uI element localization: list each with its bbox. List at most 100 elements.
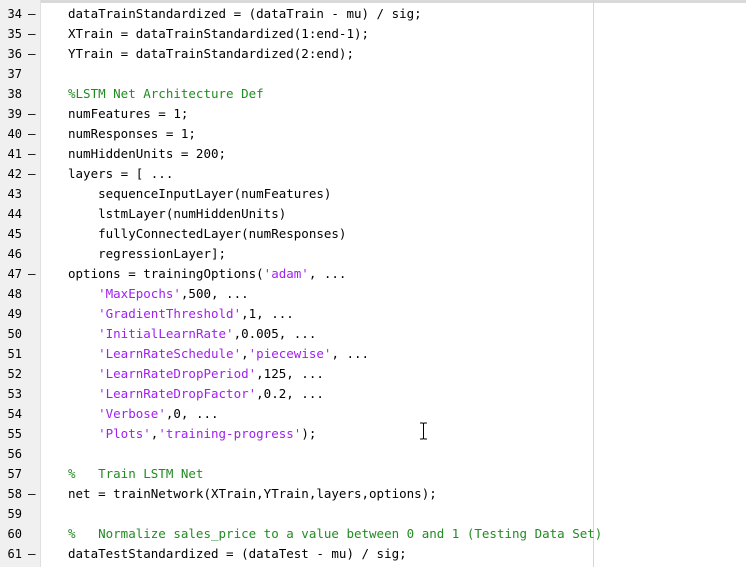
breakpoint-marker[interactable]: – [28,124,36,144]
breakpoint-marker[interactable]: – [28,44,36,64]
line-number: 40 [7,127,22,141]
code-line[interactable]: 53 'LearnRateDropFactor',0.2, ... [0,384,746,404]
code-text[interactable]: 'InitialLearnRate',0.005, ... [68,324,316,344]
code-text[interactable]: numFeatures = 1; [68,104,188,124]
code-token: ,0.2, ... [256,386,324,401]
line-number: 53 [7,387,22,401]
code-line[interactable]: 48 'MaxEpochs',500, ... [0,284,746,304]
code-text[interactable]: numResponses = 1; [68,124,196,144]
code-token: ,125, ... [256,366,324,381]
line-number: 46 [7,247,22,261]
breakpoint-marker[interactable]: – [28,164,36,184]
code-line[interactable]: 43 sequenceInputLayer(numFeatures) [0,184,746,204]
code-line[interactable]: 44 lstmLayer(numHiddenUnits) [0,204,746,224]
code-line[interactable]: 37 [0,64,746,84]
breakpoint-marker[interactable]: – [28,544,36,564]
code-editor[interactable]: 34– dataTrainStandardized = (dataTrain - … [0,0,746,567]
code-line[interactable]: 40– numResponses = 1; [0,124,746,144]
code-token: sequenceInputLayer(numFeatures) [68,186,332,201]
code-line[interactable]: 52 'LearnRateDropPeriod',125, ... [0,364,746,384]
code-text[interactable]: 'LearnRateDropPeriod',125, ... [68,364,324,384]
code-text[interactable]: fullyConnectedLayer(numResponses) [68,224,346,244]
code-text[interactable]: 'Verbose',0, ... [68,404,218,424]
line-number: 59 [7,507,22,521]
code-token: , [241,346,249,361]
line-number: 54 [7,407,22,421]
line-number: 47 [7,267,22,281]
code-line[interactable]: 35– XTrain = dataTrainStandardized(1:end-… [0,24,746,44]
breakpoint-marker[interactable]: – [28,484,36,504]
code-line[interactable]: 38 %LSTM Net Architecture Def [0,84,746,104]
string-literal: 'Plots' [98,426,151,441]
code-lines[interactable]: 34– dataTrainStandardized = (dataTrain - … [0,4,746,564]
code-token: numHiddenUnits = 200; [68,146,227,161]
line-number: 42 [7,167,22,181]
code-text[interactable]: numHiddenUnits = 200; [68,144,226,164]
code-line[interactable]: 39– numFeatures = 1; [0,104,746,124]
code-token: ,1, ... [241,306,294,321]
code-line[interactable]: 61– dataTestStandardized = (dataTest - mu… [0,544,746,564]
code-line[interactable]: 57 % Train LSTM Net [0,464,746,484]
code-line[interactable]: 50 'InitialLearnRate',0.005, ... [0,324,746,344]
code-token: options = trainingOptions( [68,266,264,281]
code-token: layers = [ ... [68,166,174,181]
breakpoint-marker[interactable]: – [28,144,36,164]
breakpoint-marker[interactable]: – [28,24,36,44]
code-text[interactable]: layers = [ ... [68,164,173,184]
code-token: ); [301,426,317,441]
code-token: YTrain = dataTrainStandardized(2:end); [68,46,354,61]
code-text[interactable]: 'Plots','training-progress'); [68,424,316,444]
code-token: lstmLayer(numHiddenUnits) [68,206,287,221]
code-line[interactable]: 36– YTrain = dataTrainStandardized(2:end)… [0,44,746,64]
code-line[interactable]: 58– net = trainNetwork(XTrain,YTrain,laye… [0,484,746,504]
code-line[interactable]: 45 fullyConnectedLayer(numResponses) [0,224,746,244]
code-text[interactable]: % Normalize sales_price to a value betwe… [68,524,602,544]
code-text[interactable]: 'LearnRateDropFactor',0.2, ... [68,384,324,404]
code-token: ,0.005, ... [233,326,317,341]
line-number: 55 [7,427,22,441]
breakpoint-marker[interactable]: – [28,4,36,24]
code-line[interactable]: 60 % Normalize sales_price to a value bet… [0,524,746,544]
code-line[interactable]: 46 regressionLayer]; [0,244,746,264]
code-text[interactable]: dataTestStandardized = (dataTest - mu) /… [68,544,407,564]
string-literal: 'adam' [263,266,309,281]
breakpoint-marker[interactable]: – [28,264,36,284]
code-line[interactable]: 47– options = trainingOptions('adam', ... [0,264,746,284]
code-line[interactable]: 51 'LearnRateSchedule','piecewise', ... [0,344,746,364]
code-text[interactable]: XTrain = dataTrainStandardized(1:end-1); [68,24,369,44]
code-line[interactable]: 59 [0,504,746,524]
breakpoint-marker[interactable]: – [28,104,36,124]
code-text[interactable]: YTrain = dataTrainStandardized(2:end); [68,44,354,64]
code-text[interactable]: 'MaxEpochs',500, ... [68,284,249,304]
comment-text: %LSTM Net Architecture Def [68,86,264,101]
code-token: , ... [308,266,347,281]
code-text[interactable]: % Train LSTM Net [68,464,203,484]
code-text[interactable]: %LSTM Net Architecture Def [68,84,264,104]
text-ibeam-icon [420,422,427,440]
code-text[interactable]: dataTrainStandardized = (dataTrain - mu)… [68,4,422,24]
code-line[interactable]: 56 [0,444,746,464]
code-text[interactable]: 'GradientThreshold',1, ... [68,304,294,324]
code-text[interactable]: regressionLayer]; [68,244,226,264]
code-line[interactable]: 49 'GradientThreshold',1, ... [0,304,746,324]
code-text[interactable]: lstmLayer(numHiddenUnits) [68,204,286,224]
code-text[interactable]: sequenceInputLayer(numFeatures) [68,184,331,204]
line-number: 41 [7,147,22,161]
code-line[interactable]: 54 'Verbose',0, ... [0,404,746,424]
code-token: XTrain = dataTrainStandardized(1:end-1); [68,26,370,41]
comment-text: % Train LSTM Net [68,466,204,481]
code-text[interactable]: 'LearnRateSchedule','piecewise', ... [68,344,369,364]
line-number: 44 [7,207,22,221]
string-literal: 'MaxEpochs' [98,286,181,301]
string-literal: 'InitialLearnRate' [98,326,234,341]
code-text[interactable]: options = trainingOptions('adam', ... [68,264,346,284]
code-line[interactable]: 42– layers = [ ... [0,164,746,184]
code-line[interactable]: 34– dataTrainStandardized = (dataTrain - … [0,4,746,24]
line-number: 35 [7,27,22,41]
code-line[interactable]: 41– numHiddenUnits = 200; [0,144,746,164]
code-line[interactable]: 55 'Plots','training-progress'); [0,424,746,444]
code-text[interactable]: net = trainNetwork(XTrain,YTrain,layers,… [68,484,437,504]
